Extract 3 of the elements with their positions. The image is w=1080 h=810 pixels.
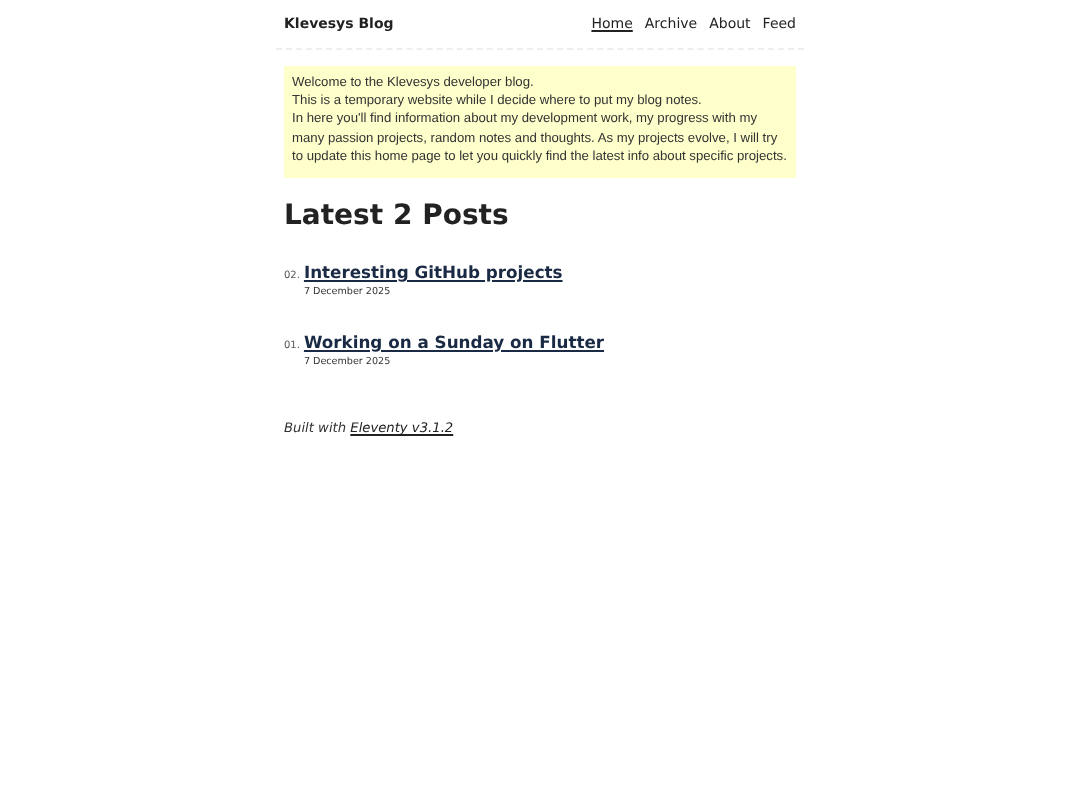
section-heading: Latest 2 Posts [284,200,511,233]
post-link[interactable]: Interesting GitHub projects [303,262,563,283]
post-link[interactable]: Working on a Sunday on Flutter [303,332,605,353]
